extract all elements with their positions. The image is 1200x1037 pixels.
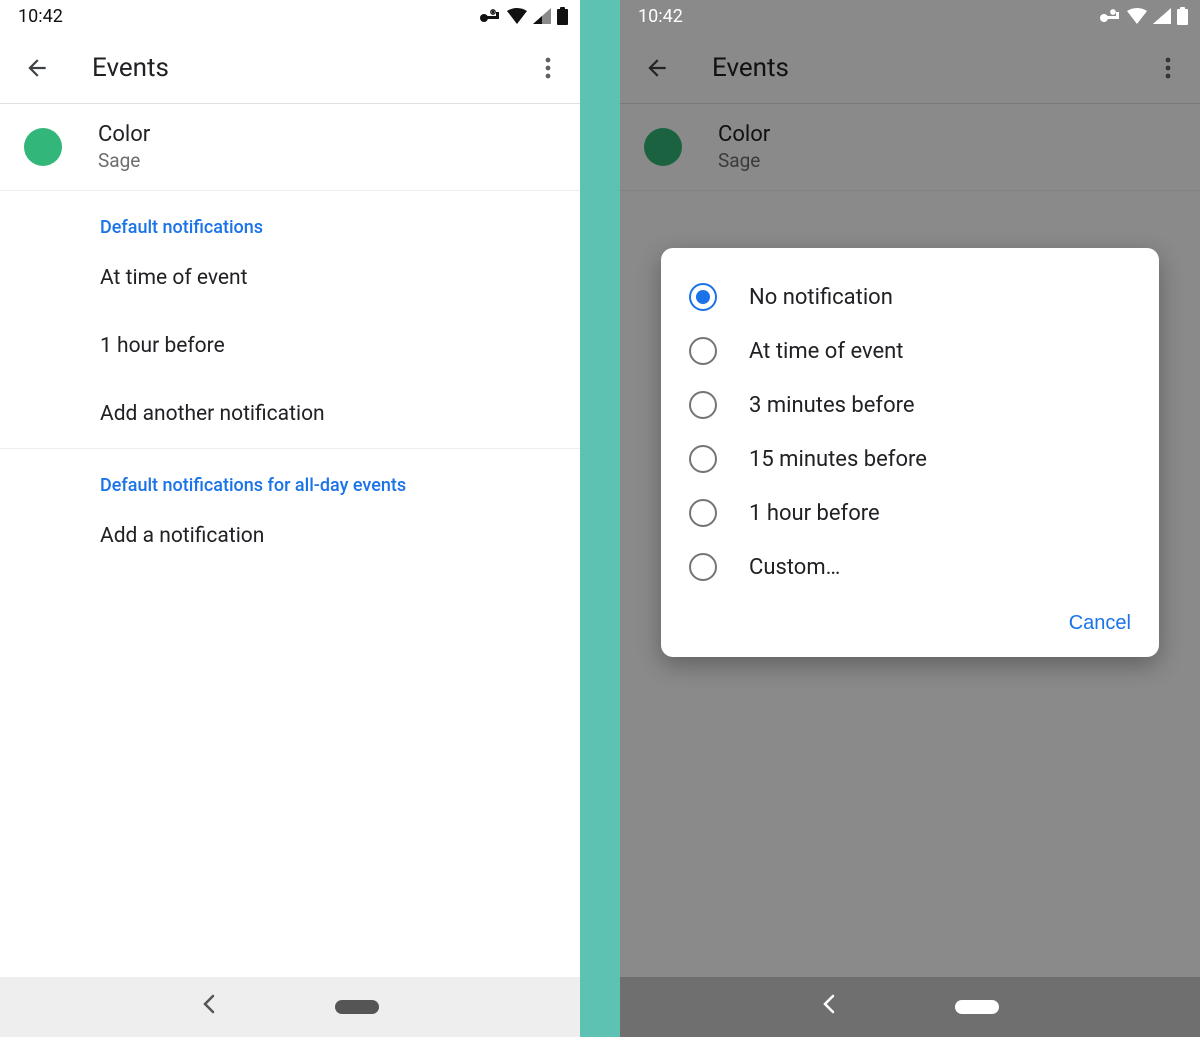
dialog-option-label: 1 hour before — [749, 501, 880, 526]
color-value: Sage — [98, 149, 150, 172]
radio-icon — [689, 337, 717, 365]
dialog-option-label: 15 minutes before — [749, 447, 927, 472]
modal-scrim[interactable]: No notification At time of event 3 minutes… — [620, 0, 1200, 1037]
color-swatch-icon — [24, 128, 62, 166]
notification-picker-dialog: No notification At time of event 3 minutes… — [661, 248, 1159, 657]
dialog-option-label: 3 minutes before — [749, 393, 915, 418]
notification-item[interactable]: Add another notification — [0, 380, 580, 448]
notification-item[interactable]: Add a notification — [0, 502, 580, 570]
notification-item[interactable]: 1 hour before — [0, 312, 580, 380]
wifi-icon — [1127, 8, 1147, 24]
color-label: Color — [98, 122, 150, 147]
back-button[interactable] — [24, 55, 64, 81]
signal-icon — [533, 8, 551, 24]
vpn-key-icon — [479, 9, 501, 23]
nav-home-pill[interactable] — [335, 1000, 379, 1014]
section-label: Default notifications — [0, 191, 580, 244]
radio-icon — [689, 499, 717, 527]
battery-icon — [557, 7, 568, 25]
status-bar: 10:42 — [0, 0, 580, 32]
dialog-option-label: No notification — [749, 285, 893, 310]
battery-icon — [1177, 7, 1188, 25]
overflow-button[interactable] — [528, 57, 568, 79]
app-bar: Events — [0, 32, 580, 104]
dialog-option[interactable]: Custom… — [661, 540, 1159, 594]
dialog-option[interactable]: 3 minutes before — [661, 378, 1159, 432]
section-label: Default notifications for all-day events — [0, 449, 580, 502]
vpn-key-icon — [1099, 9, 1121, 23]
nav-back-icon[interactable] — [201, 994, 215, 1020]
notification-item[interactable]: At time of event — [0, 244, 580, 312]
more-vert-icon — [545, 57, 551, 79]
nav-bar — [620, 977, 1200, 1037]
dialog-option-label: At time of event — [749, 339, 904, 364]
content: Color Sage Default notificationsAt time … — [0, 104, 580, 977]
signal-icon — [1153, 8, 1171, 24]
dialog-option[interactable]: No notification — [661, 270, 1159, 324]
status-icons — [1099, 7, 1188, 25]
wifi-icon — [507, 8, 527, 24]
radio-icon — [689, 283, 717, 311]
dialog-option[interactable]: At time of event — [661, 324, 1159, 378]
page-title: Events — [64, 53, 528, 83]
status-time: 10:42 — [18, 6, 63, 27]
status-time: 10:42 — [638, 6, 683, 27]
status-bar: 10:42 — [620, 0, 1200, 32]
arrow-back-icon — [24, 55, 50, 81]
status-icons — [479, 7, 568, 25]
nav-bar — [0, 977, 580, 1037]
nav-back-icon[interactable] — [821, 994, 835, 1020]
settings-section: Default notifications for all-day events… — [0, 449, 580, 570]
color-setting[interactable]: Color Sage — [0, 104, 580, 191]
dialog-option[interactable]: 1 hour before — [661, 486, 1159, 540]
radio-icon — [689, 553, 717, 581]
radio-icon — [689, 391, 717, 419]
nav-home-pill[interactable] — [955, 1000, 999, 1014]
settings-section: Default notificationsAt time of event1 h… — [0, 191, 580, 449]
screen-right: 10:42 Events Color Sage — [620, 0, 1200, 1037]
radio-icon — [689, 445, 717, 473]
screen-left: 10:42 Events Color Sage — [0, 0, 580, 1037]
dialog-option-label: Custom… — [749, 555, 840, 580]
cancel-button[interactable]: Cancel — [1069, 612, 1131, 635]
dialog-option[interactable]: 15 minutes before — [661, 432, 1159, 486]
